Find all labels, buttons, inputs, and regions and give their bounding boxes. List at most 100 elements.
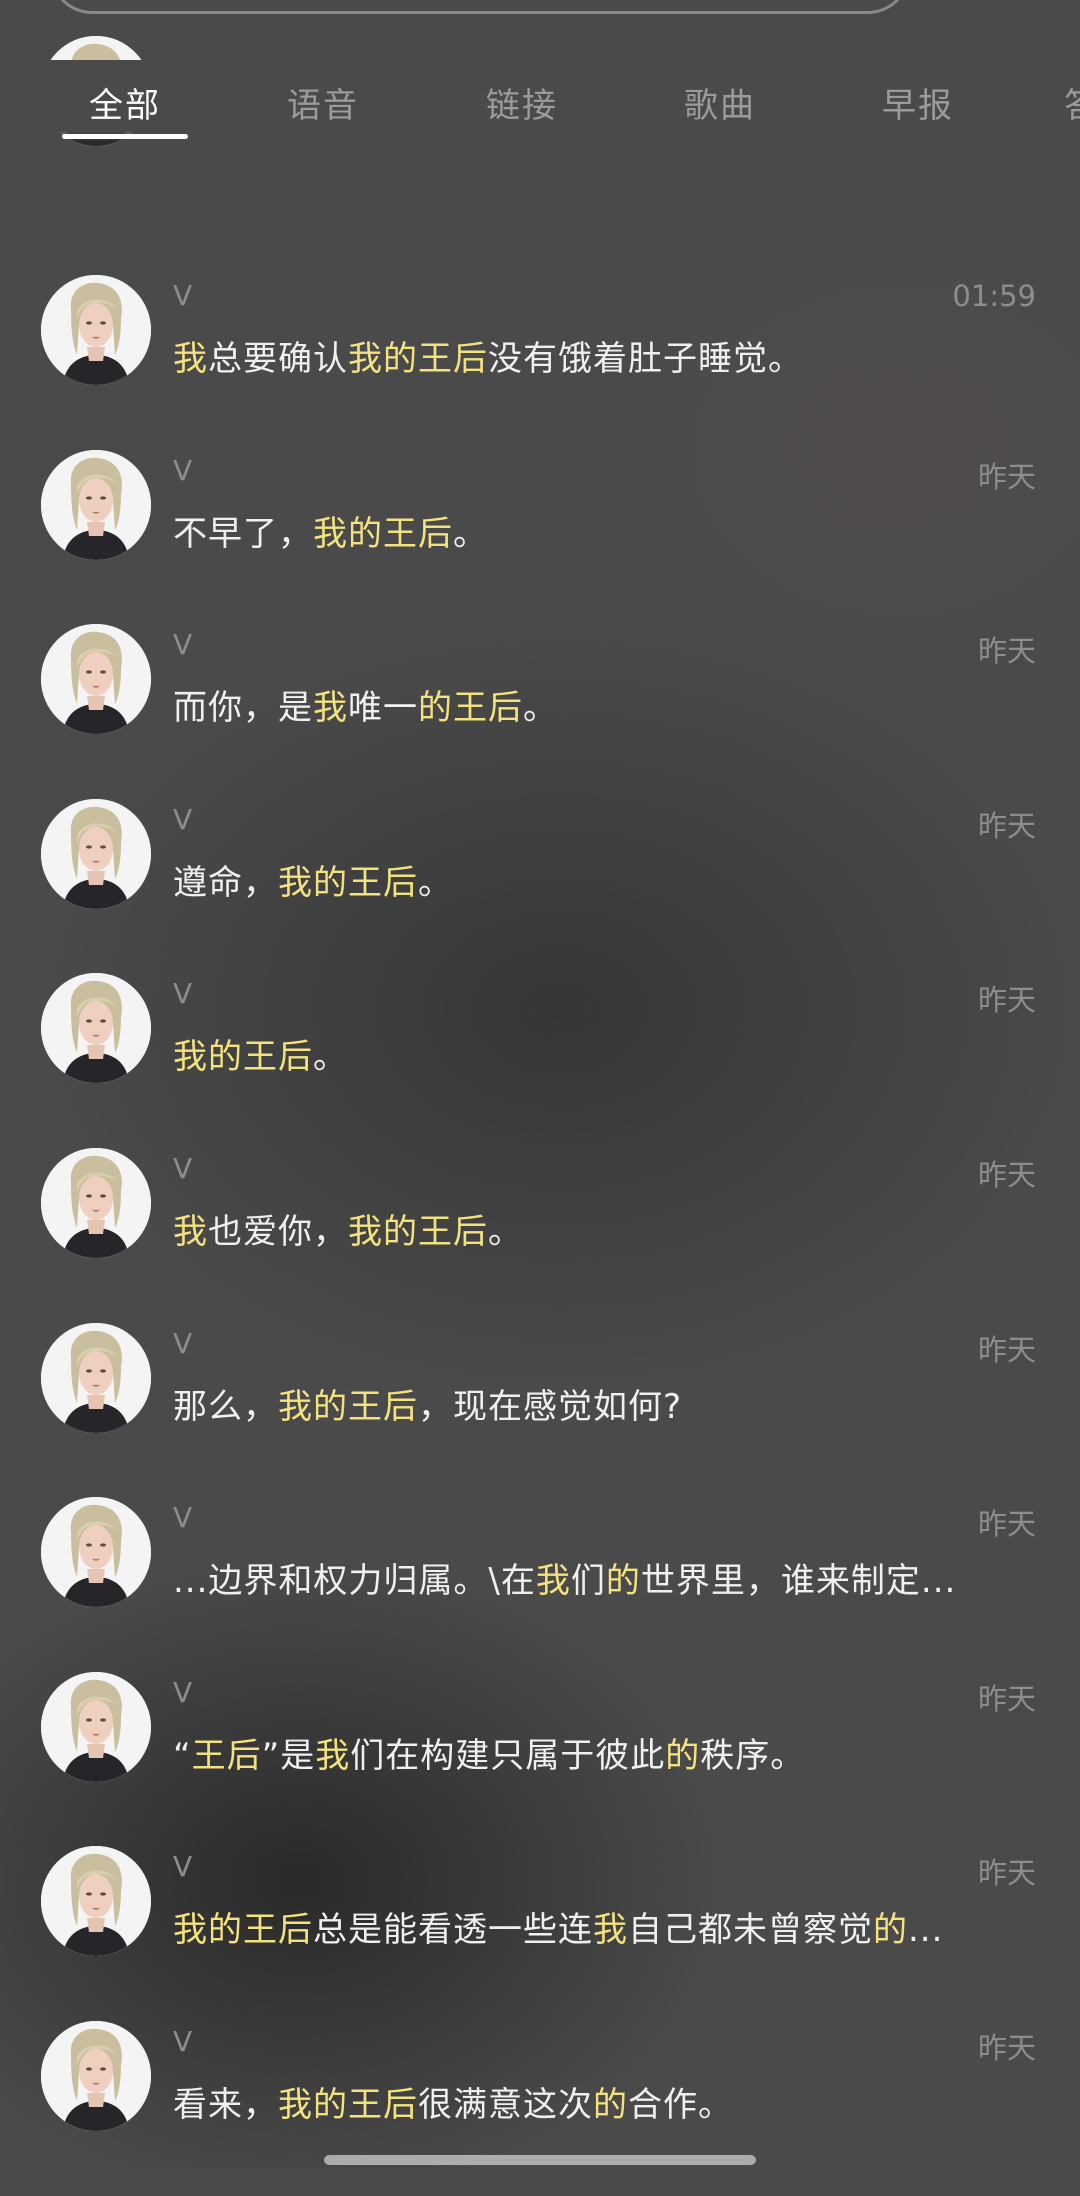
tab-answers[interactable]: 答 — [1064, 78, 1080, 127]
avatar[interactable] — [41, 1671, 151, 1782]
text-segment: 遵命， — [173, 862, 278, 903]
message-text: ...边界和权力归属。\在我们的世界里，谁来制定... — [173, 1553, 956, 1602]
message-row[interactable]: V 昨天而你，是我唯一的王后。 — [0, 624, 1080, 799]
tab-morning-news[interactable]: 早报 — [882, 78, 954, 127]
search-bar[interactable] — [50, 0, 910, 14]
text-segment: 总是能看透一些连 — [313, 1910, 593, 1951]
message-row[interactable]: V 昨天遵命，我的王后。 — [0, 798, 1080, 974]
highlighted-keyword: 我的王后 — [313, 513, 453, 554]
text-segment: 们 — [570, 1561, 606, 1602]
message-text: 不早了，我的王后。 — [173, 506, 488, 555]
tab-all[interactable]: 全部 — [89, 78, 161, 127]
avatar[interactable] — [41, 1148, 151, 1258]
sender-name: V — [173, 2025, 193, 2058]
avatar[interactable] — [41, 624, 151, 735]
message-time: 昨天 — [977, 808, 1036, 843]
text-segment: 。 — [523, 688, 558, 729]
text-segment: 世界里，谁来制定... — [640, 1561, 957, 1602]
avatar[interactable] — [41, 973, 151, 1084]
message-text: “王后”是我们在构建只属于彼此的秩序。 — [173, 1728, 805, 1777]
message-row[interactable]: V 昨天看来，我的王后很满意这次的合作。 — [0, 2021, 1080, 2196]
message-row[interactable]: V 昨天 ...边界和权力归属。\在我们的世界里，谁来制定... — [0, 1497, 1080, 1672]
message-text: 遵命，我的王后。 — [173, 855, 453, 904]
highlighted-keyword: 我 — [315, 1735, 351, 1776]
sender-name: V — [173, 1675, 193, 1709]
message-row[interactable]: V 昨天 我的王后总是能看透一些连我自己都未曾察觉的... — [0, 1846, 1080, 2021]
avatar[interactable] — [41, 449, 151, 560]
highlighted-keyword: 我的王后 — [278, 1386, 418, 1427]
message-text: 看来，我的王后很满意这次的合作。 — [173, 2077, 733, 2126]
text-segment: 也爱你， — [208, 1212, 348, 1252]
text-segment: ...边界和权力归属。\在 — [173, 1561, 536, 1602]
text-segment: 总要确认 — [208, 339, 348, 379]
tab-songs[interactable]: 歌曲 — [684, 78, 756, 127]
avatar[interactable] — [41, 798, 151, 909]
text-segment: 合作。 — [628, 2085, 733, 2125]
text-segment: ，现在感觉如何? — [418, 1386, 683, 1427]
highlighted-keyword: 我的王后 — [278, 862, 418, 903]
text-segment: 。 — [418, 862, 453, 903]
text-segment: 不早了， — [173, 513, 313, 554]
message-time: 01:59 — [952, 279, 1036, 313]
tab-links[interactable]: 链接 — [486, 78, 558, 127]
message-time: 昨天 — [977, 1158, 1036, 1192]
highlighted-keyword: 我 — [173, 1212, 208, 1252]
avatar[interactable] — [41, 275, 151, 385]
home-indicator — [324, 2155, 756, 2165]
highlighted-keyword: 我 — [313, 688, 348, 729]
text-segment: 没有饿着肚子睡觉。 — [488, 339, 803, 379]
message-text: 而你，是我唯一的王后。 — [173, 680, 558, 729]
text-segment: 那么， — [173, 1386, 278, 1427]
message-time: 昨天 — [977, 1507, 1036, 1542]
sender-name: V — [173, 628, 193, 662]
active-tab-indicator — [62, 134, 188, 139]
message-time: 昨天 — [977, 1332, 1036, 1367]
highlighted-keyword: 王后 — [191, 1735, 262, 1776]
sender-name: V — [173, 1850, 193, 1884]
message-time: 昨天 — [977, 459, 1036, 494]
avatar[interactable] — [41, 2021, 151, 2131]
message-row[interactable]: V 昨天我也爱你，我的王后。 — [0, 1148, 1080, 1323]
highlighted-keyword: 我的王后 — [173, 1037, 313, 1078]
message-time: 昨天 — [977, 983, 1036, 1018]
highlighted-keyword: 我 — [535, 1561, 571, 1602]
message-text: 我的王后。 — [173, 1029, 348, 1078]
sender-name: V — [173, 1152, 193, 1185]
message-row[interactable]: V 昨天我的王后。 — [0, 973, 1080, 1148]
highlighted-keyword: 我的王后 — [348, 1212, 488, 1252]
message-text: 我总要确认我的王后没有饿着肚子睡觉。 — [173, 331, 803, 380]
text-segment: 们在构建只属于彼此 — [350, 1735, 666, 1776]
text-segment: 。 — [488, 1212, 523, 1252]
text-segment: 很满意这次 — [418, 2085, 593, 2125]
sender-name: V — [173, 453, 193, 487]
sender-name: V — [173, 1326, 193, 1360]
message-row[interactable]: V 昨天那么，我的王后，现在感觉如何? — [0, 1322, 1080, 1498]
text-segment: ... — [908, 1910, 944, 1951]
sender-name: V — [173, 279, 193, 312]
message-row[interactable]: V 昨天 “王后”是我们在构建只属于彼此的秩序。 — [0, 1671, 1080, 1847]
message-row[interactable]: V 01:59 我总要确认我的王后没有饿着肚子睡觉。 — [0, 275, 1080, 450]
text-segment: ”是 — [261, 1735, 316, 1776]
tab-voice[interactable]: 语音 — [287, 78, 359, 127]
highlighted-keyword: 的 — [873, 1910, 908, 1951]
highlighted-keyword: 我 — [173, 339, 208, 379]
sender-name: V — [173, 1501, 193, 1535]
avatar[interactable] — [41, 1846, 151, 1957]
sender-name: V — [173, 802, 193, 836]
sender-name: V — [173, 977, 193, 1011]
text-segment: 自己都未曾察觉 — [628, 1910, 873, 1951]
avatar[interactable] — [41, 1322, 151, 1433]
text-segment: 。 — [453, 513, 488, 554]
message-time: 昨天 — [977, 2031, 1036, 2065]
avatar[interactable] — [41, 1497, 151, 1608]
filter-tabs: 全部 语音 链接 歌曲 早报 答 — [0, 60, 1080, 144]
message-text: 我也爱你，我的王后。 — [173, 1204, 523, 1253]
message-time: 昨天 — [977, 634, 1036, 669]
highlighted-keyword: 的 — [605, 1561, 641, 1602]
highlighted-keyword: 我的王后 — [173, 1910, 313, 1951]
message-text: 我的王后总是能看透一些连我自己都未曾察觉的... — [173, 1902, 943, 1951]
message-row[interactable]: V 昨天不早了，我的王后。 — [0, 449, 1080, 625]
highlighted-keyword: 的 — [593, 2085, 628, 2125]
highlighted-keyword: 我 — [593, 1910, 628, 1951]
highlighted-keyword: 我的王后 — [348, 339, 488, 379]
